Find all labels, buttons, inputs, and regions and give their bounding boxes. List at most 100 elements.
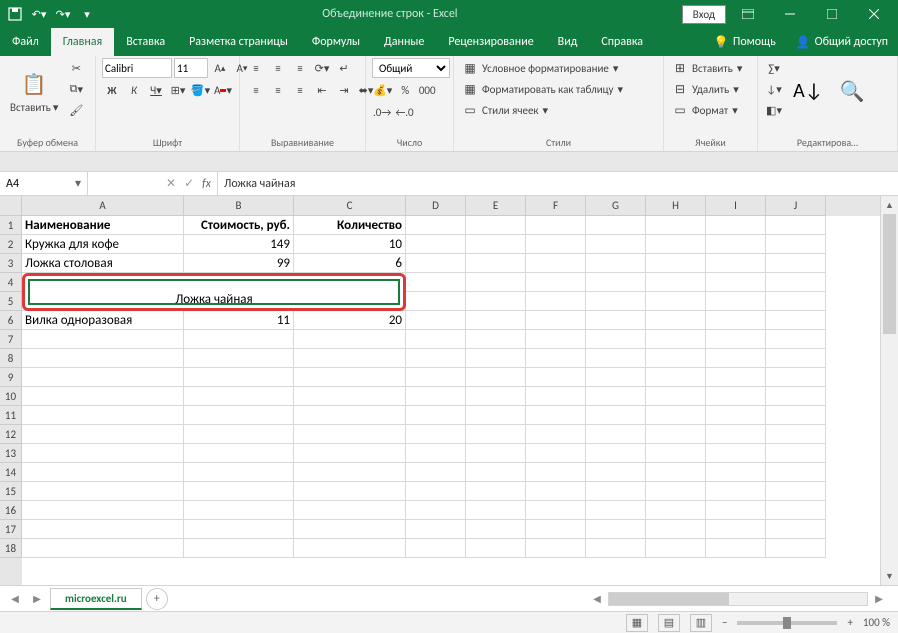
row-header[interactable]: 12 <box>0 425 22 444</box>
cell[interactable] <box>526 444 586 463</box>
row-header[interactable]: 3 <box>0 254 22 273</box>
bold-button[interactable]: Ж <box>102 80 122 100</box>
cell[interactable] <box>466 425 526 444</box>
cell[interactable] <box>466 349 526 368</box>
font-size-input[interactable] <box>174 58 208 78</box>
autosum-button[interactable]: ∑▾ <box>764 58 784 78</box>
cell[interactable] <box>184 444 294 463</box>
cell[interactable] <box>646 406 706 425</box>
cell[interactable] <box>406 330 466 349</box>
cell[interactable] <box>586 406 646 425</box>
fx-icon[interactable]: fx <box>202 177 211 191</box>
increase-indent-button[interactable]: ⇥ <box>334 80 354 100</box>
cut-button[interactable]: ✂ <box>66 58 86 78</box>
tab-help[interactable]: Справка <box>589 28 655 56</box>
cell[interactable] <box>766 482 826 501</box>
cell[interactable] <box>466 311 526 330</box>
delete-cells-button[interactable]: ⊟Удалить▾ <box>670 79 751 99</box>
tab-review[interactable]: Рецензирование <box>436 28 545 56</box>
cell[interactable] <box>184 368 294 387</box>
number-format-select[interactable]: Общий <box>372 58 450 78</box>
percent-button[interactable]: % <box>395 80 415 100</box>
next-sheet-icon[interactable]: ▶ <box>28 590 46 608</box>
row-header[interactable]: 14 <box>0 463 22 482</box>
accounting-format-button[interactable]: 💰▾ <box>372 80 393 100</box>
align-right-button[interactable]: ≡ <box>290 80 310 100</box>
scroll-down-icon[interactable]: ▼ <box>881 567 898 585</box>
cell[interactable]: Количество <box>294 216 406 235</box>
increase-font-button[interactable]: A▴ <box>210 58 230 78</box>
cell[interactable] <box>706 387 766 406</box>
cell[interactable] <box>766 387 826 406</box>
cell[interactable]: 11 <box>184 311 294 330</box>
tab-view[interactable]: Вид <box>546 28 590 56</box>
cell[interactable] <box>526 273 586 292</box>
decrease-indent-button[interactable]: ⇤ <box>312 80 332 100</box>
cell[interactable] <box>294 539 406 558</box>
row-header[interactable]: 6 <box>0 311 22 330</box>
cell[interactable] <box>22 425 184 444</box>
tab-home[interactable]: Главная <box>51 28 114 56</box>
cell[interactable] <box>706 235 766 254</box>
cell[interactable]: Ложка столовая <box>22 254 184 273</box>
cell[interactable] <box>466 330 526 349</box>
cell[interactable] <box>766 425 826 444</box>
zoom-slider[interactable] <box>737 621 837 625</box>
cell[interactable] <box>184 406 294 425</box>
cell[interactable] <box>586 235 646 254</box>
cell[interactable] <box>586 501 646 520</box>
cell[interactable] <box>406 406 466 425</box>
cell[interactable]: Наименование <box>22 216 184 235</box>
cell[interactable] <box>526 539 586 558</box>
cell[interactable] <box>184 349 294 368</box>
cell[interactable] <box>766 292 826 311</box>
cell[interactable] <box>586 425 646 444</box>
minimize-icon[interactable] <box>770 0 810 28</box>
cell[interactable] <box>766 444 826 463</box>
cell[interactable]: 99 <box>184 254 294 273</box>
cell[interactable]: Вилка одноразовая <box>22 311 184 330</box>
cell[interactable] <box>766 501 826 520</box>
cell[interactable] <box>646 425 706 444</box>
cell[interactable] <box>646 520 706 539</box>
cell[interactable] <box>22 501 184 520</box>
row-header[interactable]: 15 <box>0 482 22 501</box>
cell[interactable] <box>294 501 406 520</box>
cell[interactable] <box>526 254 586 273</box>
fill-button[interactable]: ↓▾ <box>764 79 784 99</box>
format-as-table-button[interactable]: ▦Форматировать как таблицу▾ <box>460 79 657 99</box>
cell[interactable] <box>184 501 294 520</box>
cell[interactable] <box>586 292 646 311</box>
row-header[interactable]: 4 <box>0 273 22 292</box>
cell[interactable] <box>646 330 706 349</box>
cell[interactable]: 20 <box>294 311 406 330</box>
scroll-up-icon[interactable]: ▲ <box>881 196 898 214</box>
cell[interactable] <box>766 463 826 482</box>
fill-color-button[interactable]: 🪣▾ <box>190 80 211 100</box>
cell[interactable] <box>766 349 826 368</box>
cell[interactable] <box>294 463 406 482</box>
align-middle-button[interactable]: ≡ <box>268 58 288 78</box>
scroll-right-icon[interactable]: ▶ <box>870 590 888 608</box>
enter-icon[interactable]: ✓ <box>184 176 194 191</box>
cell[interactable] <box>294 444 406 463</box>
cell[interactable] <box>646 444 706 463</box>
cell[interactable] <box>706 216 766 235</box>
cell[interactable] <box>294 425 406 444</box>
cancel-icon[interactable]: ✕ <box>166 176 176 191</box>
align-left-button[interactable]: ≡ <box>246 80 266 100</box>
conditional-formatting-button[interactable]: ▦Условное форматирование▾ <box>460 58 657 78</box>
add-sheet-button[interactable]: + <box>146 588 168 610</box>
cell[interactable] <box>586 444 646 463</box>
cell[interactable] <box>766 406 826 425</box>
cell[interactable] <box>22 368 184 387</box>
cell[interactable] <box>466 463 526 482</box>
cell[interactable] <box>406 368 466 387</box>
tellme-button[interactable]: 💡Помощь <box>704 28 786 56</box>
row-header[interactable]: 8 <box>0 349 22 368</box>
cell[interactable] <box>406 273 466 292</box>
col-header[interactable]: D <box>406 196 466 216</box>
row-header[interactable]: 17 <box>0 520 22 539</box>
col-header[interactable]: C <box>294 196 406 216</box>
cell[interactable] <box>586 273 646 292</box>
